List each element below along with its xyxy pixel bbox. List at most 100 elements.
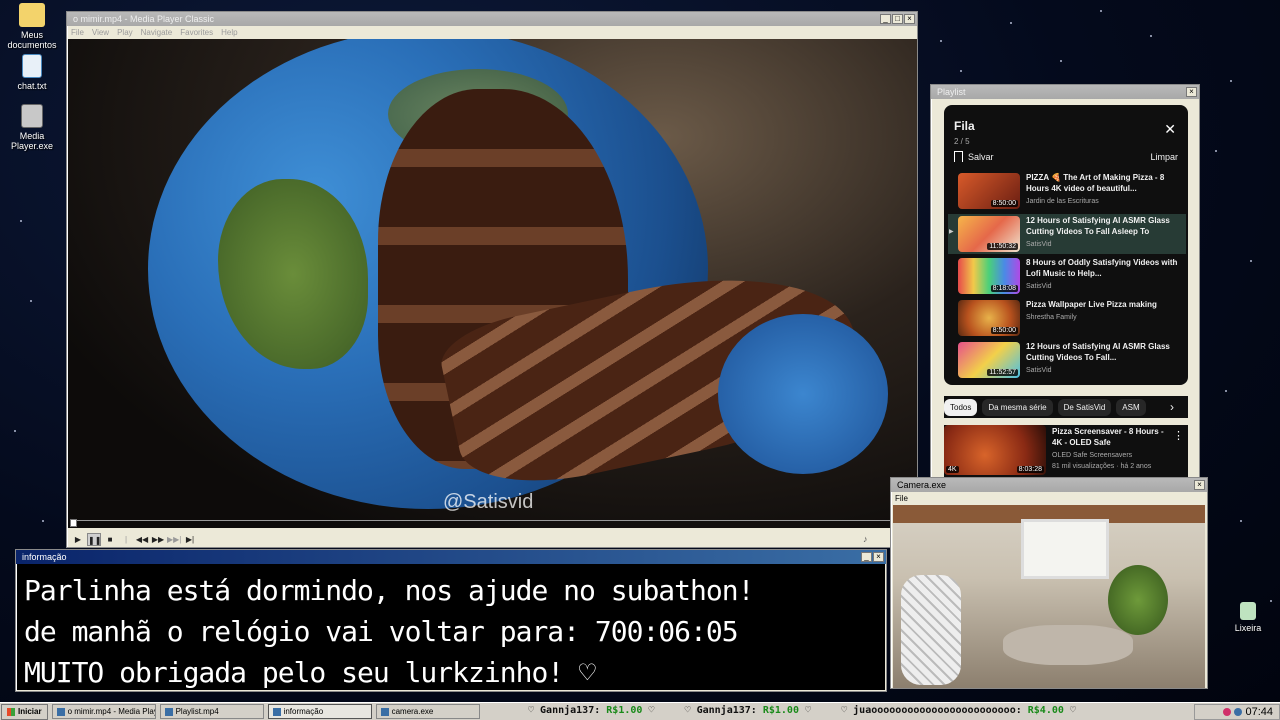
system-tray: 07:44 [1194,704,1280,720]
recommended-video[interactable]: 4K 8:03:28 Pizza Screensaver - 8 Hours -… [944,425,1188,477]
info-window[interactable]: informação _ × Parlinha está dormindo, n… [15,549,887,692]
duration-badge: 8:50:00 [990,327,1018,334]
queue-close-icon[interactable]: ✕ [1164,121,1176,138]
clear-button[interactable]: Limpar [1150,152,1178,162]
minimize-button[interactable]: _ [861,552,872,562]
stop-button[interactable]: ■ [103,533,117,546]
close-button[interactable]: × [1194,480,1205,490]
menu-file[interactable]: File [71,28,84,37]
ticker-amount: R$1.00 [606,705,643,716]
recommended-stats: 81 mil visualizações · há 2 anos [1052,463,1152,470]
duration-badge: 11:52:57 [987,369,1018,376]
tray-app-icon[interactable] [1234,708,1243,716]
chip-asmr[interactable]: ASM [1116,398,1146,416]
save-button[interactable]: Salvar [954,151,994,162]
play-button[interactable]: ▶ [71,533,85,546]
recommended-title: Pizza Screensaver - 8 Hours - 4K - OLED … [1052,427,1164,447]
queue-item-channel: SatisVid [1026,283,1052,290]
taskbar-item-camera[interactable]: camera.exe [375,704,480,719]
frame-step-button[interactable]: ▶| [183,533,197,546]
playlist-window[interactable]: Playlist × Fila 2 / 5 ✕ Salvar Limpar 8:… [930,84,1200,478]
duration-badge: 11:50:32 [987,243,1018,250]
playback-controls: ▶ ❚❚ ■ |◀◀ ◀◀ ▶▶ ▶▶| ▶| [71,532,197,557]
camera-titlebar[interactable]: Camera.exe × [891,478,1207,492]
media-player-icon [21,104,43,128]
folder-icon [19,3,45,27]
desktop-icon-chat-txt[interactable]: chat.txt [0,54,64,91]
desktop-icon-label: Meus documentos [7,30,57,50]
desktop-icon-label: chat.txt [17,81,47,91]
taskbar-item-informacao[interactable]: informação [267,704,372,719]
media-player-titlebar[interactable]: o mimir.mp4 - Media Player Classic _ □ × [67,12,917,26]
media-player-window[interactable]: o mimir.mp4 - Media Player Classic _ □ ×… [66,11,918,557]
media-player-title: o mimir.mp4 - Media Player Classic [73,14,215,24]
ticker-user: ♡ Gannja137: [528,705,607,716]
duration-badge: 8:50:00 [990,200,1018,207]
info-message: Parlinha está dormindo, nos ajude no sub… [17,564,885,690]
tray-app-icon[interactable] [1223,708,1232,716]
queue-item-title: PIZZA 🍕 The Art of Making Pizza - 8 Hour… [1026,173,1165,193]
queue-item[interactable]: 11:52:57 12 Hours of Satisfying AI ASMR … [948,340,1186,380]
close-button[interactable]: × [873,552,884,562]
seek-thumb[interactable] [70,519,77,527]
ticker-amount: R$4.00 [1027,705,1064,716]
clock[interactable]: 07:44 [1245,706,1273,718]
video-thumbnail: 11:50:32 [958,216,1020,252]
menu-favorites[interactable]: Favorites [180,28,213,37]
ticker-tail: ♡ [798,705,812,716]
previous-button[interactable]: |◀◀ [119,533,133,557]
seek-bar[interactable] [71,520,915,528]
desktop-icon-my-documents[interactable]: Meus documentos [0,3,64,50]
taskbar-item-media-player[interactable]: o mimir.mp4 - Media Playe... [51,704,156,719]
minimize-button[interactable]: _ [880,14,891,24]
video-thumbnail: 8:50:00 [958,173,1020,209]
queue-item-title: Pizza Wallpaper Live Pizza making [1026,300,1157,309]
chip-all[interactable]: Todos [944,398,978,416]
desktop-icon-media-player[interactable]: Media Player.exe [0,104,64,151]
queue-item[interactable]: 8:18:08 8 Hours of Oddly Satisfying Vide… [948,256,1186,296]
ticker-user: ♡ juaoooooooooooooooooooooooo: [841,705,1028,716]
close-button[interactable]: × [1186,87,1197,97]
menu-play[interactable]: Play [117,28,133,37]
info-line: de manhã o relógio vai voltar para: 700:… [24,615,739,648]
more-options-icon[interactable]: ⋮ [1173,429,1184,442]
camera-window-title: Camera.exe [897,480,947,490]
text-file-icon [22,54,42,78]
queue-item-title: 12 Hours of Satisfying AI ASMR Glass Cut… [1026,342,1170,362]
camera-window[interactable]: Camera.exe × File [890,477,1208,689]
filter-chips: Todos Da mesma série De SatisVid ASM › [944,396,1188,418]
menu-help[interactable]: Help [221,28,237,37]
media-player-menubar: File View Play Navigate Favorites Help [67,26,917,38]
playlist-titlebar[interactable]: Playlist × [931,85,1199,99]
land-mass [218,179,368,369]
info-window-title: informação [22,552,67,562]
queue-item[interactable]: 8:50:00 PIZZA 🍕 The Art of Making Pizza … [948,171,1186,211]
menu-file[interactable]: File [895,494,908,503]
recycle-bin-icon [1240,602,1256,620]
taskbar-item-playlist[interactable]: Playlist.mp4 [159,704,264,719]
queue-item[interactable]: 8:50:00 Pizza Wallpaper Live Pizza makin… [948,298,1186,338]
queue-item-current[interactable]: ▶ 11:50:32 12 Hours of Satisfying AI ASM… [948,214,1186,254]
info-line: MUITO obrigada pelo seu lurkzinho! ♡ [24,656,596,689]
recommended-channel: OLED Safe Screensavers [1052,452,1133,459]
chevron-right-icon[interactable]: › [1170,400,1174,414]
maximize-button[interactable]: □ [892,14,903,24]
menu-navigate[interactable]: Navigate [141,28,173,37]
save-label: Salvar [968,151,994,162]
volume-icon[interactable]: ♪ [863,534,868,544]
next-button[interactable]: ▶▶| [167,533,181,546]
info-titlebar[interactable]: informação _ × [16,550,886,564]
chip-same-series[interactable]: Da mesma série [982,398,1053,416]
pause-button[interactable]: ❚❚ [87,532,101,546]
rewind-button[interactable]: ◀◀ [135,533,149,546]
taskbar-item-label: camera.exe [391,707,434,716]
fast-forward-button[interactable]: ▶▶ [151,533,165,546]
start-button[interactable]: Iniciar [1,703,48,720]
quality-badge: 4K [946,466,959,473]
video-thumbnail: 11:52:57 [958,342,1020,378]
chip-from-satisvid[interactable]: De SatisVid [1057,398,1112,416]
menu-view[interactable]: View [92,28,109,37]
close-button[interactable]: × [904,14,915,24]
video-frame[interactable]: @Satisvid [68,39,917,528]
desktop-icon-recycle-bin[interactable]: Lixeira [1216,602,1280,633]
